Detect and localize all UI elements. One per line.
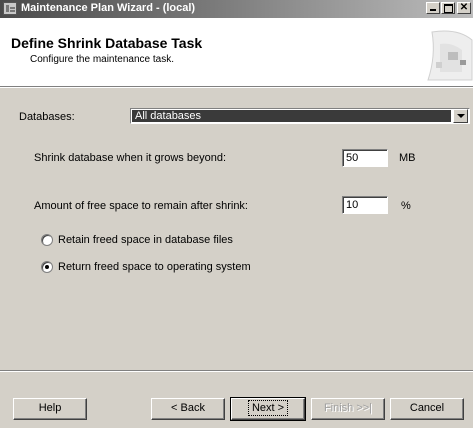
return-space-label[interactable]: Return freed space to operating system	[58, 261, 251, 273]
title-bar[interactable]: Maintenance Plan Wizard - (local) ✕	[0, 0, 473, 18]
free-space-input[interactable]: 10	[342, 196, 388, 214]
databases-selected-value: All databases	[132, 110, 451, 122]
free-space-label: Amount of free space to remain after shr…	[34, 200, 248, 212]
header-divider	[0, 87, 473, 88]
free-space-unit: %	[401, 200, 411, 212]
retain-space-label[interactable]: Retain freed space in database files	[58, 234, 233, 246]
databases-dropdown[interactable]: All databases	[130, 108, 470, 124]
close-button[interactable]: ✕	[457, 2, 471, 14]
chevron-down-icon[interactable]	[453, 109, 468, 123]
cancel-button[interactable]: Cancel	[390, 398, 464, 420]
maximize-button[interactable]	[441, 2, 455, 14]
shrink-threshold-input[interactable]: 50	[342, 149, 388, 167]
back-button[interactable]: < Back	[151, 398, 225, 420]
shrink-threshold-unit: MB	[399, 152, 416, 164]
page-subtitle: Configure the maintenance task.	[30, 54, 174, 65]
minimize-button[interactable]	[426, 2, 440, 14]
next-button-label: Next >	[247, 400, 289, 416]
wizard-window: Maintenance Plan Wizard - (local) ✕ Defi…	[0, 0, 473, 428]
return-space-radio[interactable]	[41, 261, 53, 273]
page-title: Define Shrink Database Task	[11, 35, 203, 51]
next-button[interactable]: Next >	[230, 397, 306, 421]
wizard-graphic-icon	[427, 30, 473, 81]
finish-button[interactable]: Finish >>|	[311, 398, 385, 420]
help-button[interactable]: Help	[13, 398, 87, 420]
wizard-header: Define Shrink Database Task Configure th…	[0, 18, 473, 87]
retain-space-radio[interactable]	[41, 234, 53, 246]
app-icon[interactable]	[3, 2, 17, 15]
shrink-threshold-label: Shrink database when it grows beyond:	[34, 152, 227, 164]
window-title: Maintenance Plan Wizard - (local)	[21, 2, 196, 14]
databases-label: Databases:	[19, 111, 75, 123]
